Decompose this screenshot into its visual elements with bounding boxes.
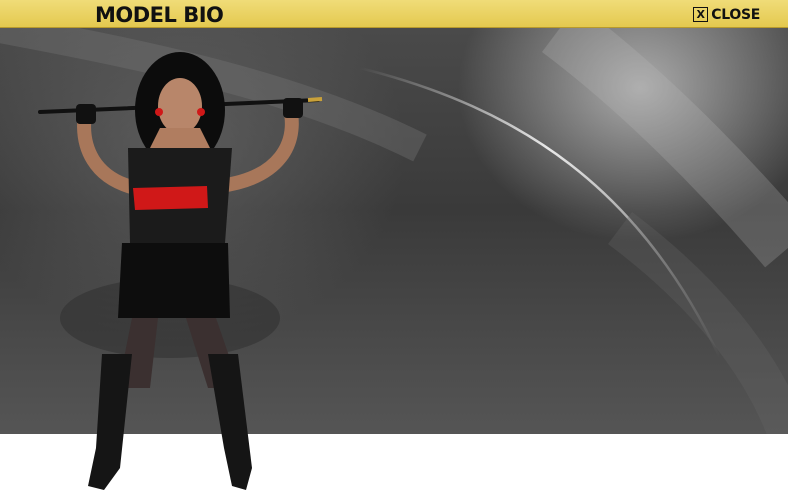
page-title: MODEL BIO bbox=[95, 3, 224, 27]
header-bar: MODEL BIO X CLOSE bbox=[0, 0, 788, 28]
close-icon[interactable]: X bbox=[693, 7, 709, 22]
close-button[interactable]: X CLOSE bbox=[693, 6, 760, 23]
close-label[interactable]: CLOSE bbox=[711, 7, 760, 23]
model-photo bbox=[38, 52, 323, 490]
